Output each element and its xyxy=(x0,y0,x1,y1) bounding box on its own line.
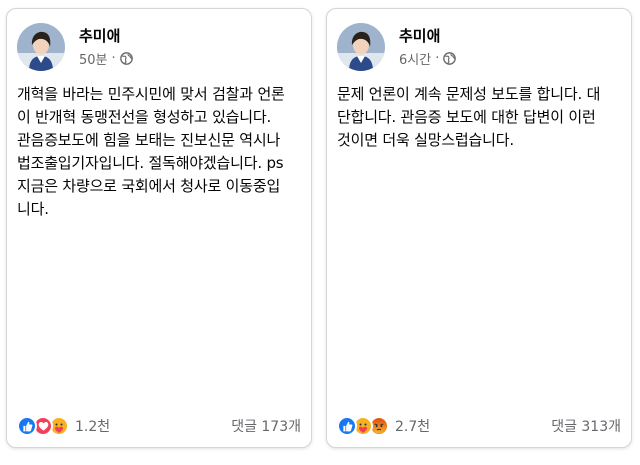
reaction-icons[interactable] xyxy=(17,416,69,436)
avatar[interactable] xyxy=(17,23,65,71)
post-footer: 2.7천 댓글 313개 xyxy=(337,413,621,439)
post-footer: 1.2천 댓글 173개 xyxy=(17,413,301,439)
post-text: 문제 언론이 계속 문제성 보도를 합니다. 대 단합니다. 관음증 보도에 대… xyxy=(337,85,601,149)
author-name[interactable]: 추미애 xyxy=(399,25,440,46)
post-timestamp[interactable]: 50분 xyxy=(79,49,108,68)
post-card: 추미애 6시간 · 문제 언론이 계속 문제성 보도를 합니다. 대 단합니다.… xyxy=(326,8,632,448)
avatar[interactable] xyxy=(337,23,385,71)
reaction-count[interactable]: 1.2천 xyxy=(75,416,110,436)
post-text: 개혁을 바라는 민주시민에 맞서 검찰과 언론 이 반개혁 동맹전선을 형성하고… xyxy=(17,85,285,218)
comment-count[interactable]: 댓글 313개 xyxy=(551,416,621,436)
meta-separator: · xyxy=(435,51,440,66)
meta-separator: · xyxy=(111,51,116,66)
reaction-count[interactable]: 2.7천 xyxy=(395,416,430,436)
post-timestamp[interactable]: 6시간 xyxy=(399,49,431,68)
post-card: 추미애 50분 · 개혁을 바라는 민주시민에 맞서 검찰과 언론 이 반개혁 … xyxy=(6,8,312,448)
post-meta: 6시간 · xyxy=(399,49,457,68)
like-icon xyxy=(337,416,357,436)
globe-icon[interactable] xyxy=(119,52,133,65)
post-header: 추미애 50분 · xyxy=(17,23,301,71)
like-icon xyxy=(17,416,37,436)
comment-count[interactable]: 댓글 173개 xyxy=(231,416,301,436)
post-meta: 50분 · xyxy=(79,49,133,68)
reaction-icons[interactable] xyxy=(337,416,389,436)
post-header: 추미애 6시간 · xyxy=(337,23,621,71)
author-name[interactable]: 추미애 xyxy=(79,25,120,46)
globe-icon[interactable] xyxy=(443,52,457,65)
